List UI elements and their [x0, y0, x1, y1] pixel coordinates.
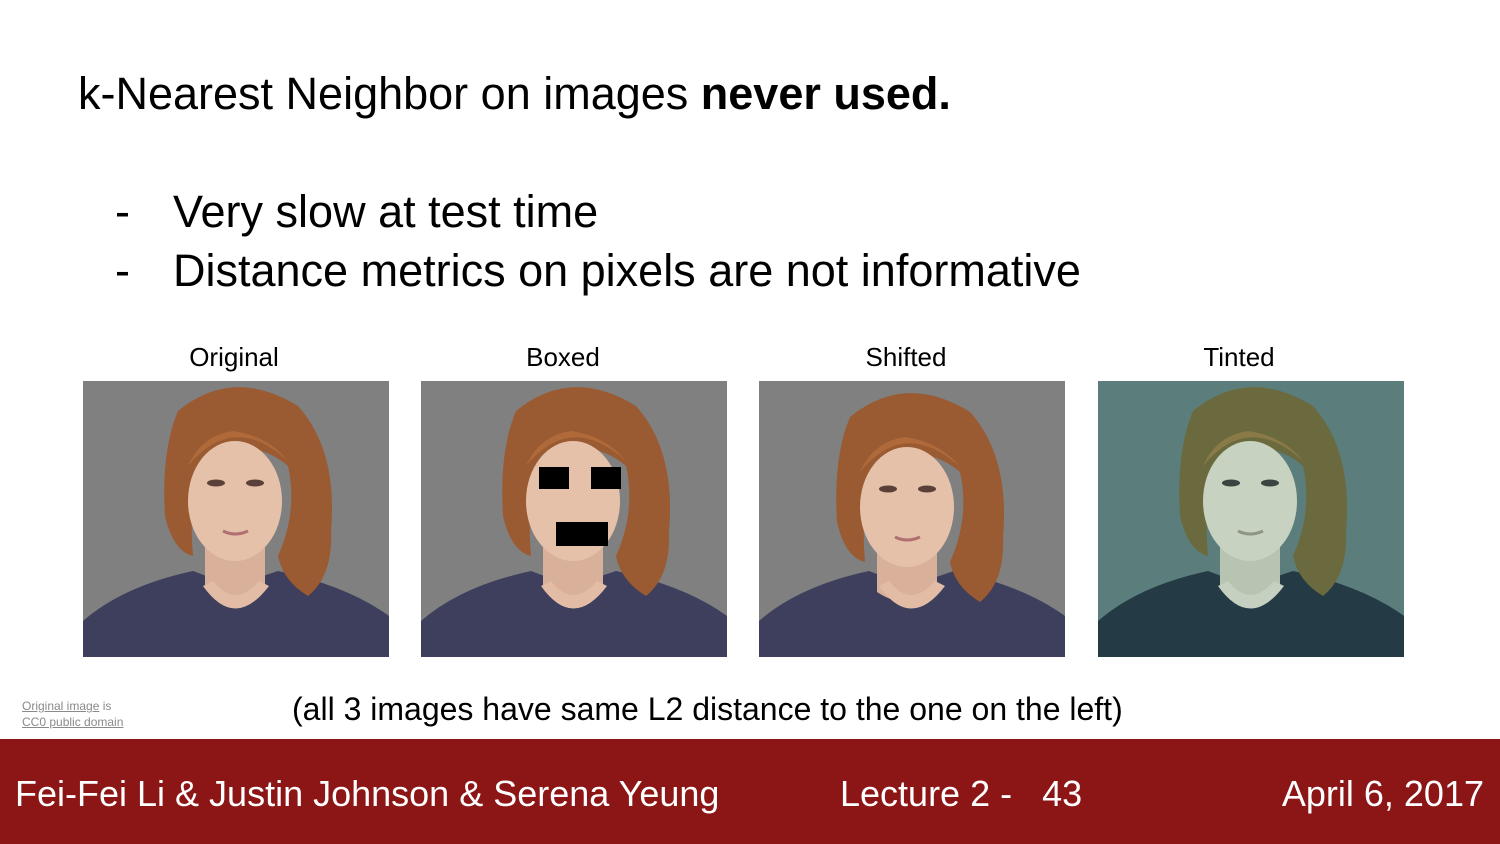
image-caption: (all 3 images have same L2 distance to t… [292, 691, 1123, 727]
bullet-marker: - [115, 245, 130, 296]
portrait-shifted-image [759, 381, 1065, 657]
bullet-list: - Very slow at test time - Distance metr… [115, 182, 1081, 300]
license-link[interactable]: CC0 public domain [22, 715, 123, 729]
slide-footer: Fei-Fei Li & Justin Johnson & Serena Yeu… [0, 739, 1500, 844]
footer-date: April 6, 2017 [1281, 773, 1484, 814]
original-image-link[interactable]: Original image [22, 699, 99, 713]
footer-lecture: Lecture 2 - 43 [840, 773, 1083, 814]
bullet-item: - Distance metrics on pixels are not inf… [115, 241, 1081, 300]
bullet-text: Very slow at test time [173, 186, 599, 237]
portrait-original-image [83, 381, 389, 657]
bullet-marker: - [115, 186, 130, 237]
bullet-text: Distance metrics on pixels are not infor… [173, 245, 1081, 296]
portrait-tinted-image [1098, 381, 1404, 657]
image-label-shifted: Shifted [865, 342, 947, 372]
slide-title-plain: k-Nearest Neighbor on images [78, 68, 701, 119]
credit-text: is [99, 699, 112, 713]
bullet-item: - Very slow at test time [115, 182, 1081, 241]
slide-title: k-Nearest Neighbor on images never used. [78, 66, 951, 122]
portrait-boxed-image [421, 381, 727, 657]
image-label-tinted: Tinted [1203, 342, 1275, 372]
image-label-boxed: Boxed [526, 342, 600, 372]
footer-authors: Fei-Fei Li & Justin Johnson & Serena Yeu… [15, 773, 720, 814]
slide-title-bold: never used. [700, 68, 951, 119]
image-credit: Original image is CC0 public domain [22, 698, 123, 730]
image-label-original: Original [189, 342, 279, 372]
